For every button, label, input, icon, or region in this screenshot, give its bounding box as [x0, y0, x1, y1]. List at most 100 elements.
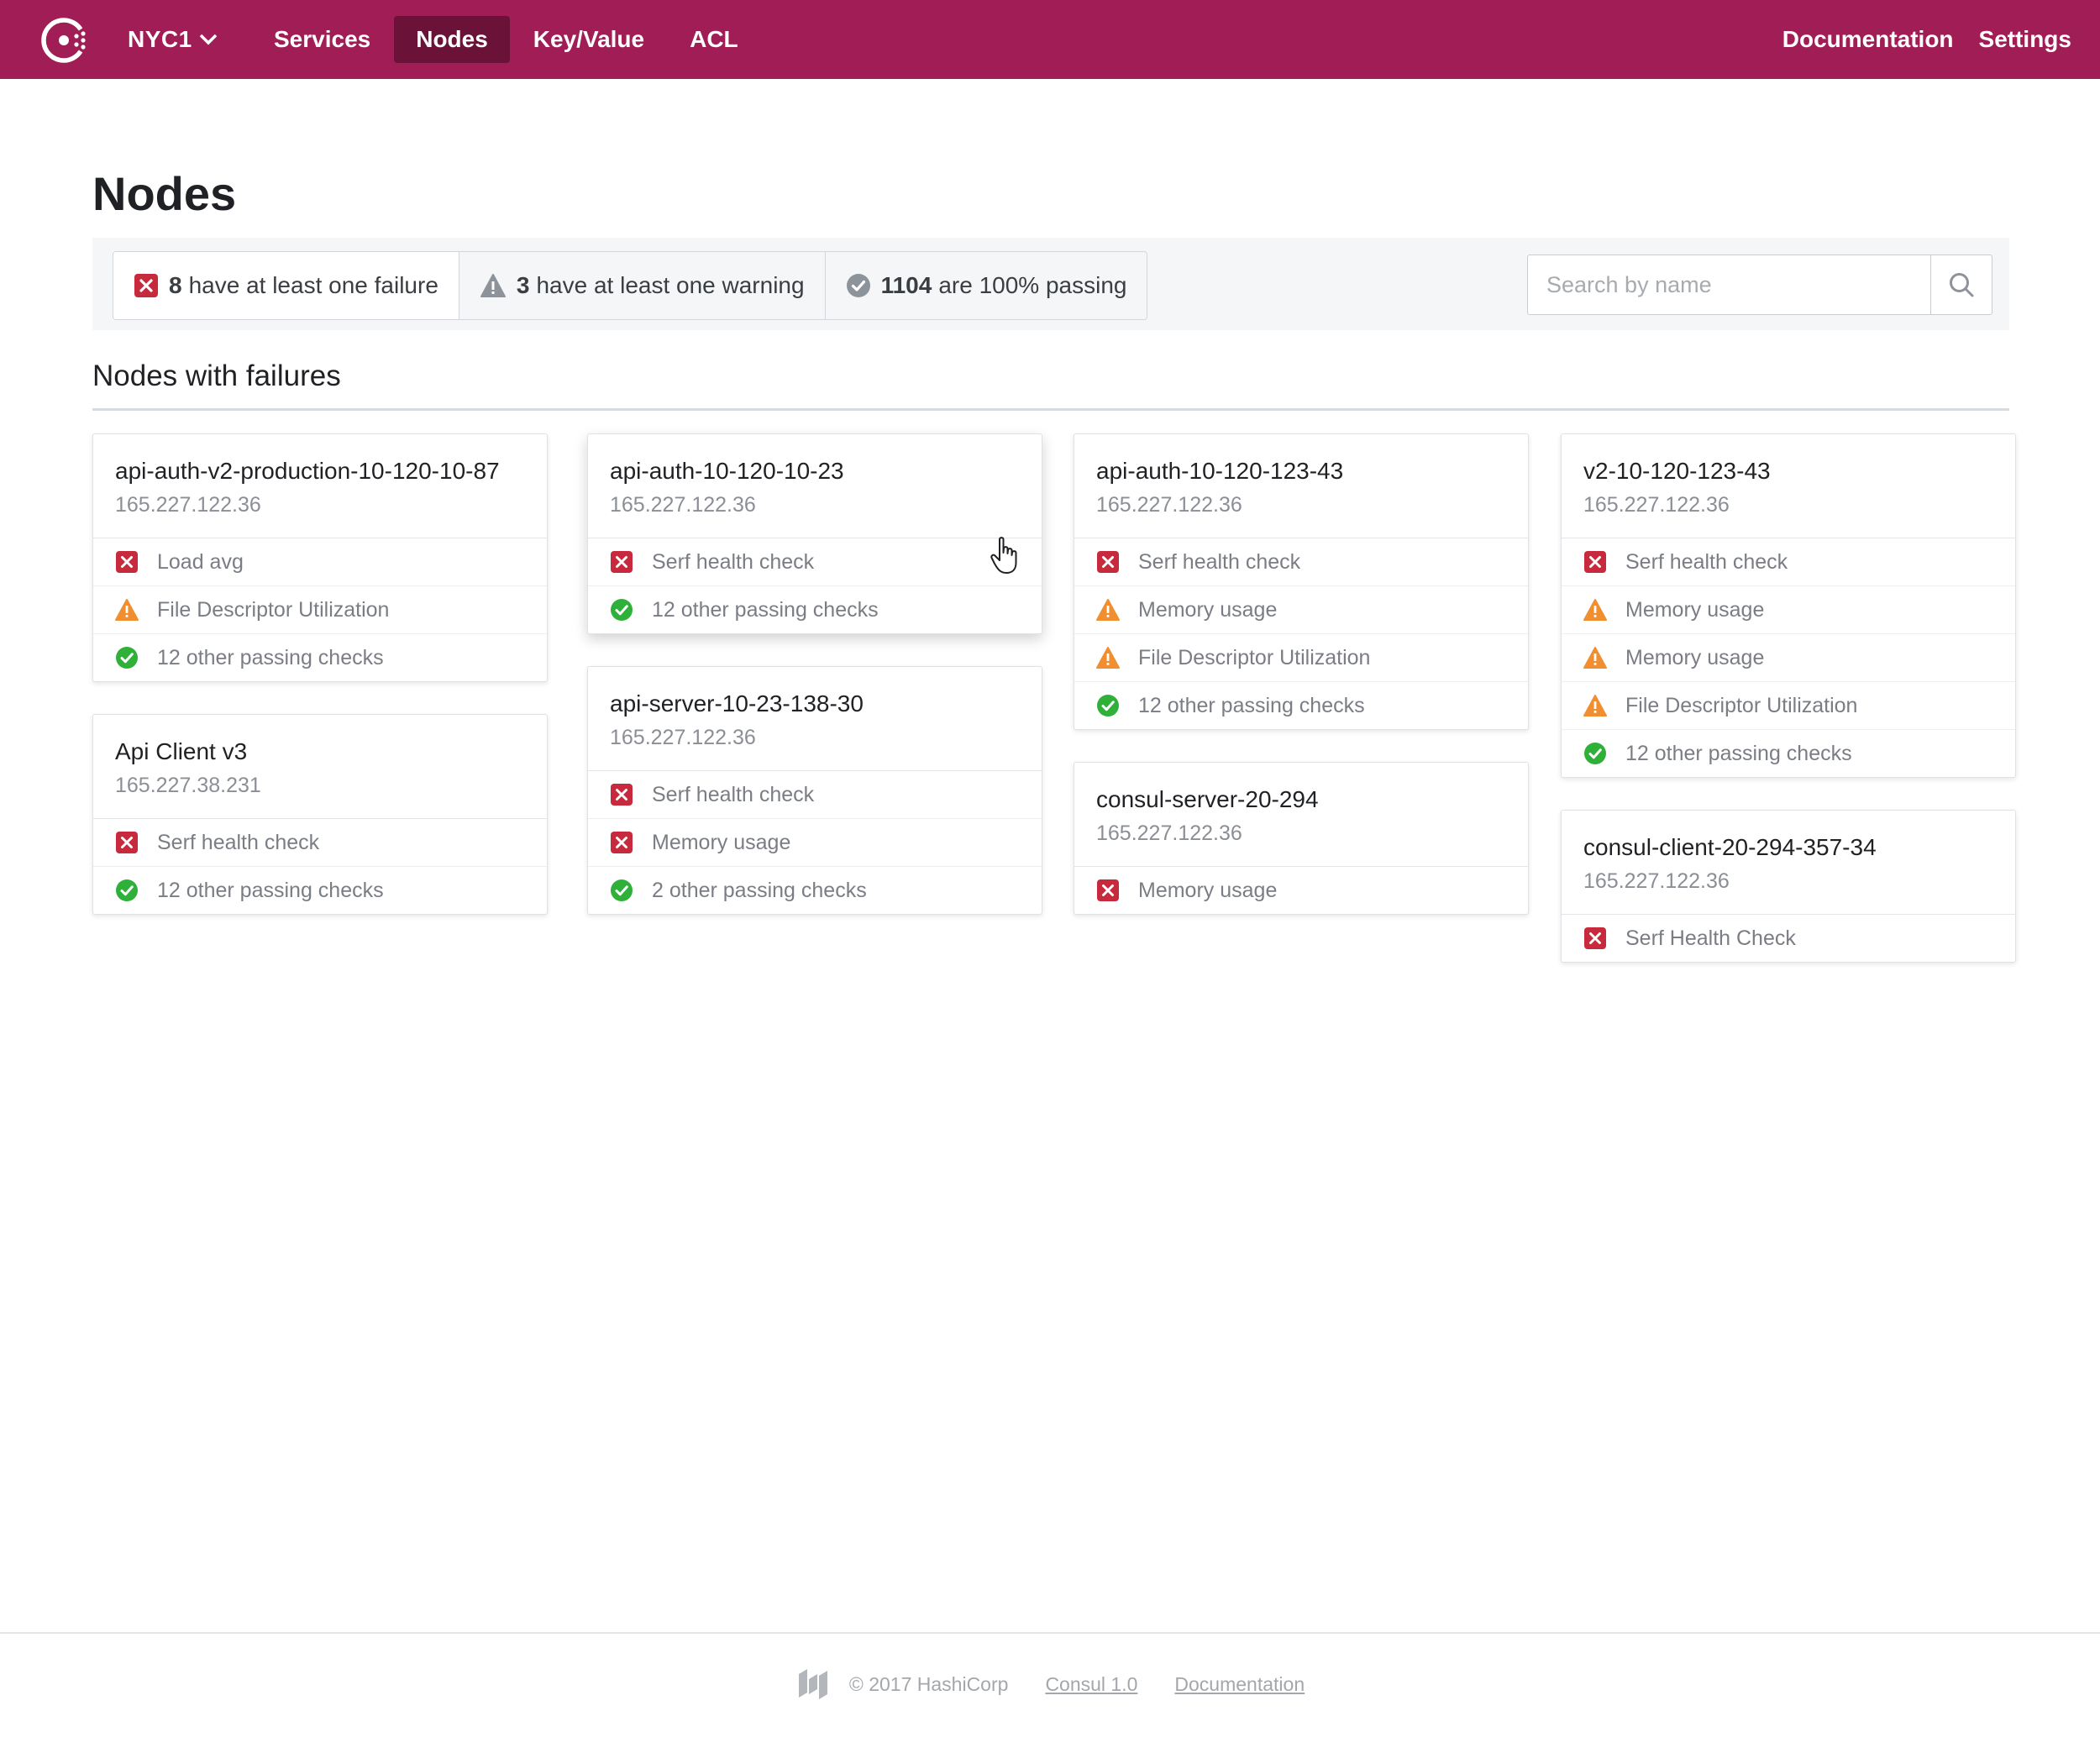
health-check-row[interactable]: File Descriptor Utilization — [1074, 634, 1528, 682]
node-card-header: api-auth-10-120-10-23165.227.122.36 — [588, 434, 1042, 538]
health-check-label: File Descriptor Utilization — [1138, 646, 1370, 670]
health-check-row[interactable]: 12 other passing checks — [1562, 730, 2015, 777]
chevron-down-icon — [199, 34, 218, 45]
health-check-label: Memory usage — [652, 831, 790, 855]
nav-item-acl[interactable]: ACL — [668, 16, 760, 63]
footer-divider — [0, 1632, 2100, 1634]
health-check-row[interactable]: Memory usage — [1074, 867, 1528, 914]
passing-icon — [1096, 694, 1120, 717]
datacenter-label: NYC1 — [128, 26, 192, 53]
node-card-header: v2-10-120-123-43165.227.122.36 — [1562, 434, 2015, 538]
health-check-row[interactable]: Serf Health Check — [1562, 915, 2015, 962]
node-card[interactable]: consul-server-20-294 165.227.122.36 Memory… — [1074, 762, 1529, 915]
critical-icon — [1583, 926, 1607, 950]
health-check-row[interactable]: Memory usage — [1562, 634, 2015, 682]
health-check-label: Memory usage — [1625, 598, 1764, 622]
node-card[interactable]: Api Client v3165.227.38.231Serf health c… — [92, 714, 548, 915]
health-check-label: 2 other passing checks — [652, 879, 867, 903]
node-card-header: consul-client-20-294-357-34165.227.122.3… — [1562, 811, 2015, 915]
datacenter-dropdown[interactable]: NYC1 — [128, 0, 218, 79]
health-check-row[interactable]: Memory usage — [588, 819, 1042, 867]
search-box — [1527, 255, 1992, 315]
nav-item-services[interactable]: Services — [252, 16, 392, 63]
passing-icon — [610, 598, 633, 622]
health-check-row[interactable]: Memory usage — [1074, 586, 1528, 634]
node-address: 165.227.122.36 — [1096, 822, 1506, 846]
health-check-row[interactable]: 12 other passing checks — [93, 634, 547, 681]
node-card[interactable]: api-auth-10-120-123-43 165.227.122.36 Serf… — [1074, 433, 1529, 730]
node-name: api-server-10-23-138-30 — [610, 690, 1020, 717]
filter-warning-label: have at least one warning — [536, 272, 804, 299]
critical-icon — [1096, 879, 1120, 902]
health-check-label: 12 other passing checks — [1625, 742, 1852, 766]
health-check-label: Memory usage — [1138, 879, 1277, 903]
health-check-row[interactable]: 12 other passing checks — [1074, 682, 1528, 729]
footer-copyright: © 2017 HashiCorp — [849, 1673, 1009, 1696]
critical-icon — [610, 831, 633, 854]
health-check-row[interactable]: 12 other passing checks — [588, 586, 1042, 633]
health-check-row[interactable]: Serf health check — [93, 819, 547, 867]
health-check-row[interactable]: Serf health check — [588, 538, 1042, 586]
health-check-label: Memory usage — [1138, 598, 1277, 622]
section-divider — [92, 408, 2009, 411]
nav-item-settings[interactable]: Settings — [1979, 16, 2071, 63]
health-check-row[interactable]: Load avg — [93, 538, 547, 586]
health-check-label: Serf health check — [652, 550, 814, 575]
passing-icon — [610, 879, 633, 902]
passing-icon — [1583, 742, 1607, 765]
critical-icon — [115, 550, 139, 574]
node-card[interactable]: v2-10-120-123-43165.227.122.36 Serf healt… — [1561, 433, 2016, 778]
critical-icon — [115, 831, 139, 854]
node-address: 165.227.122.36 — [1096, 493, 1506, 517]
filter-critical[interactable]: 8 have at least one failure — [113, 252, 459, 319]
node-card-header: api-server-10-23-138-30 165.227.122.36 — [588, 667, 1042, 771]
node-card[interactable]: consul-client-20-294-357-34165.227.122.3… — [1561, 810, 2016, 963]
node-card[interactable]: api-auth-v2-production-10-120-10-87165.2… — [92, 433, 548, 682]
node-card[interactable]: api-auth-10-120-10-23165.227.122.36 Serf … — [587, 433, 1042, 634]
health-check-label: 12 other passing checks — [157, 879, 384, 903]
health-check-row[interactable]: Serf health check — [1074, 538, 1528, 586]
health-check-row[interactable]: Memory usage — [1562, 586, 2015, 634]
filter-passing-label: are 100% passing — [938, 272, 1126, 299]
consul-logo-icon[interactable] — [39, 15, 89, 66]
filter-warning-count: 3 — [517, 272, 530, 299]
warning-icon — [480, 273, 507, 298]
health-check-label: Serf health check — [652, 783, 814, 807]
health-check-label: Load avg — [157, 550, 244, 575]
warning-icon — [1583, 694, 1607, 717]
filter-passing[interactable]: 1104 are 100% passing — [826, 252, 1147, 319]
footer-link-documentation[interactable]: Documentation — [1174, 1673, 1305, 1696]
node-card-header: api-auth-v2-production-10-120-10-87165.2… — [93, 434, 547, 538]
health-check-label: 12 other passing checks — [1138, 694, 1365, 718]
health-check-label: Serf health check — [1625, 550, 1788, 575]
node-card[interactable]: api-server-10-23-138-30 165.227.122.36 Ser… — [587, 666, 1042, 915]
node-address: 165.227.122.36 — [1583, 493, 1993, 517]
footer: © 2017 HashiCorp Consul 1.0 Documentatio… — [0, 1667, 2100, 1701]
node-name: consul-server-20-294 — [1096, 786, 1506, 813]
health-check-row[interactable]: Serf health check — [1562, 538, 2015, 586]
node-name: consul-client-20-294-357-34 — [1583, 834, 1993, 861]
nav-item-key-value[interactable]: Key/Value — [512, 16, 666, 63]
passing-icon — [846, 273, 871, 298]
health-check-row[interactable]: 12 other passing checks — [93, 867, 547, 914]
node-address: 165.227.122.36 — [610, 726, 1020, 750]
node-name: api-auth-10-120-123-43 — [1096, 458, 1506, 485]
critical-icon — [1583, 550, 1607, 574]
nav-item-nodes[interactable]: Nodes — [394, 16, 510, 63]
nav-item-documentation[interactable]: Documentation — [1782, 16, 1954, 63]
critical-icon — [610, 783, 633, 806]
critical-icon — [1096, 550, 1120, 574]
search-button[interactable] — [1930, 255, 1992, 314]
filter-critical-label: have at least one failure — [189, 272, 438, 299]
health-check-row[interactable]: Serf health check — [588, 771, 1042, 819]
filter-critical-count: 8 — [169, 272, 182, 299]
health-check-row[interactable]: File Descriptor Utilization — [93, 586, 547, 634]
health-check-row[interactable]: File Descriptor Utilization — [1562, 682, 2015, 730]
health-check-label: Memory usage — [1625, 646, 1764, 670]
node-column: v2-10-120-123-43165.227.122.36 Serf healt… — [1561, 433, 2016, 995]
search-input[interactable] — [1528, 255, 1930, 314]
footer-link-consul-version[interactable]: Consul 1.0 — [1045, 1673, 1137, 1696]
health-check-label: 12 other passing checks — [157, 646, 384, 670]
health-check-row[interactable]: 2 other passing checks — [588, 867, 1042, 914]
filter-warning[interactable]: 3 have at least one warning — [459, 252, 826, 319]
